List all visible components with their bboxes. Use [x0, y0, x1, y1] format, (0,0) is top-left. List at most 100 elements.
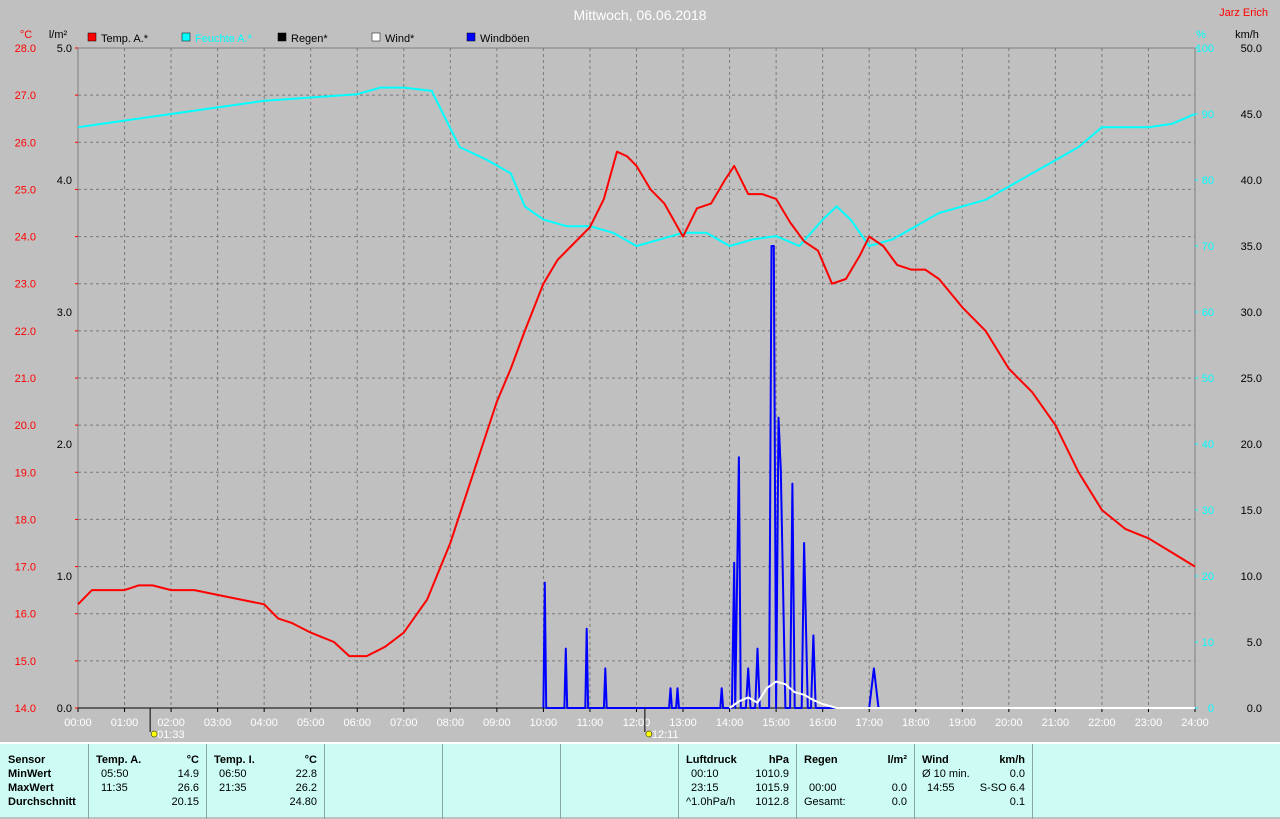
x-tick-label: 11:00 — [577, 717, 604, 729]
legend-swatch — [466, 32, 476, 42]
temp-a-avg-value: 20.15 — [171, 796, 199, 808]
x-tick-label: 05:00 — [297, 717, 325, 729]
rain-tick-label: 0.0 — [57, 703, 72, 715]
wind-tick-label: 10.0 — [1241, 571, 1262, 583]
temp-i-unit: °C — [304, 754, 317, 766]
rain-max-value: 0.0 — [891, 782, 907, 794]
rain-unit: l/m² — [887, 754, 907, 766]
stats-sensor-column: Sensor MinWert MaxWert Durchschnitt — [0, 744, 88, 819]
temp-tick-label: 21.0 — [15, 373, 36, 385]
legend-label: Wind* — [385, 33, 415, 45]
stats-empty-column-1 — [324, 744, 442, 819]
x-tick-label: 02:00 — [157, 717, 185, 729]
x-tick-label: 14:00 — [716, 717, 744, 729]
wind-tick-label: 45.0 — [1241, 109, 1262, 121]
temp-a-min-value: 14.9 — [177, 768, 199, 780]
wind-header: Wind — [922, 754, 949, 766]
legend-swatch — [371, 32, 381, 42]
temp-i-min-value: 22.8 — [295, 768, 317, 780]
legend-label: Feuchte A.* — [195, 33, 253, 45]
wind-avg10-value: 0.0 — [1009, 768, 1025, 780]
min-row-label: MinWert — [8, 768, 52, 780]
x-tick-label: 23:00 — [1135, 717, 1163, 729]
stats-temp-i-column: Temp. I. °C 06:50 22.8 21:35 26.2 24.80 — [206, 744, 324, 819]
wind-tick-label: 25.0 — [1241, 373, 1262, 385]
stats-empty-column-3 — [560, 744, 678, 819]
stats-empty-column-2 — [442, 744, 560, 819]
x-tick-label: 07:00 — [390, 717, 418, 729]
rain-total-value: 0.0 — [891, 796, 907, 808]
humidity-tick-label: 10 — [1202, 637, 1214, 649]
pressure-min-time: 00:10 — [691, 768, 719, 780]
x-tick-label: 18:00 — [902, 717, 930, 729]
temp-a-header: Temp. A. — [96, 754, 142, 766]
legend-label: Regen* — [291, 33, 328, 45]
wind-tick-label: 40.0 — [1241, 175, 1262, 187]
x-tick-label: 00:00 — [64, 717, 92, 729]
temp-i-max-time: 21:35 — [219, 782, 247, 794]
x-tick-label: 24:00 — [1181, 717, 1209, 729]
humidity-tick-label: 80 — [1202, 175, 1214, 187]
x-tick-label: 09:00 — [483, 717, 511, 729]
temp-i-min-time: 06:50 — [219, 768, 247, 780]
x-tick-label: 10:00 — [530, 717, 558, 729]
temp-tick-label: 17.0 — [15, 562, 36, 574]
humidity-tick-label: 40 — [1202, 439, 1214, 451]
legend-swatch — [87, 32, 97, 42]
temp-tick-label: 27.0 — [15, 90, 36, 102]
humidity-tick-label: 70 — [1202, 241, 1214, 253]
sensor-header: Sensor — [8, 754, 46, 766]
temp-tick-label: 25.0 — [15, 184, 36, 196]
wind-tick-label: 20.0 — [1241, 439, 1262, 451]
x-tick-label: 17:00 — [855, 717, 883, 729]
rain-tick-label: 3.0 — [57, 307, 72, 319]
x-tick-label: 21:00 — [1042, 717, 1070, 729]
temp-unit-label: °C — [20, 29, 32, 41]
x-tick-label: 13:00 — [669, 717, 697, 729]
x-tick-label: 22:00 — [1088, 717, 1116, 729]
temp-tick-label: 15.0 — [15, 656, 36, 668]
temp-tick-label: 19.0 — [15, 467, 36, 479]
avg-row-label: Durchschnitt — [8, 796, 76, 808]
wind-unit-label: km/h — [1235, 29, 1259, 41]
wind-unit: km/h — [999, 754, 1025, 766]
humidity-tick-label: 90 — [1202, 109, 1214, 121]
rain-total-label: Gesamt: — [804, 796, 846, 808]
rain-max-time: 00:00 — [809, 782, 837, 794]
rain-tick-label: 1.0 — [57, 571, 72, 583]
x-tick-label: 20:00 — [995, 717, 1023, 729]
humidity-tick-label: 0 — [1208, 703, 1214, 715]
temp-i-max-value: 26.2 — [295, 782, 317, 794]
rain-tick-label: 5.0 — [57, 43, 72, 55]
wind-tick-label: 0.0 — [1247, 703, 1262, 715]
temp-tick-label: 23.0 — [15, 279, 36, 291]
temp-tick-label: 16.0 — [15, 609, 36, 621]
temp-tick-label: 22.0 — [15, 326, 36, 338]
wind-tick-label: 30.0 — [1241, 307, 1262, 319]
temp-tick-label: 20.0 — [15, 420, 36, 432]
stats-panel: Sensor MinWert MaxWert Durchschnitt Temp… — [0, 742, 1280, 819]
pressure-avg-value: 1012.8 — [755, 796, 789, 808]
wind-max-value: S-SO 6.4 — [979, 782, 1025, 794]
temp-tick-label: 26.0 — [15, 137, 36, 149]
pressure-max-value: 1015.9 — [755, 782, 789, 794]
x-tick-label: 06:00 — [343, 717, 371, 729]
temp-a-max-time: 11:35 — [101, 782, 128, 794]
rain-header: Regen — [804, 754, 838, 766]
legend-swatch — [277, 32, 287, 42]
stats-temp-a-column: Temp. A. °C 05:50 14.9 11:35 26.6 20.15 — [88, 744, 206, 819]
temp-a-max-value: 26.6 — [177, 782, 199, 794]
chart-title: Mittwoch, 06.06.2018 — [573, 7, 706, 23]
humidity-tick-label: 100 — [1196, 43, 1214, 55]
pressure-trend: ^1.0hPa/h — [686, 796, 736, 808]
x-tick-label: 03:00 — [204, 717, 232, 729]
temp-i-header: Temp. I. — [214, 754, 255, 766]
wind-tick-label: 5.0 — [1247, 637, 1262, 649]
pressure-header: Luftdruck — [686, 754, 737, 766]
legend-label: Temp. A.* — [101, 33, 149, 45]
humidity-tick-label: 30 — [1202, 505, 1214, 517]
wind-max-time: 14:55 — [927, 782, 955, 794]
x-tick-label: 08:00 — [437, 717, 465, 729]
temp-i-avg-value: 24.80 — [289, 796, 317, 808]
x-tick-label: 01:00 — [111, 717, 139, 729]
